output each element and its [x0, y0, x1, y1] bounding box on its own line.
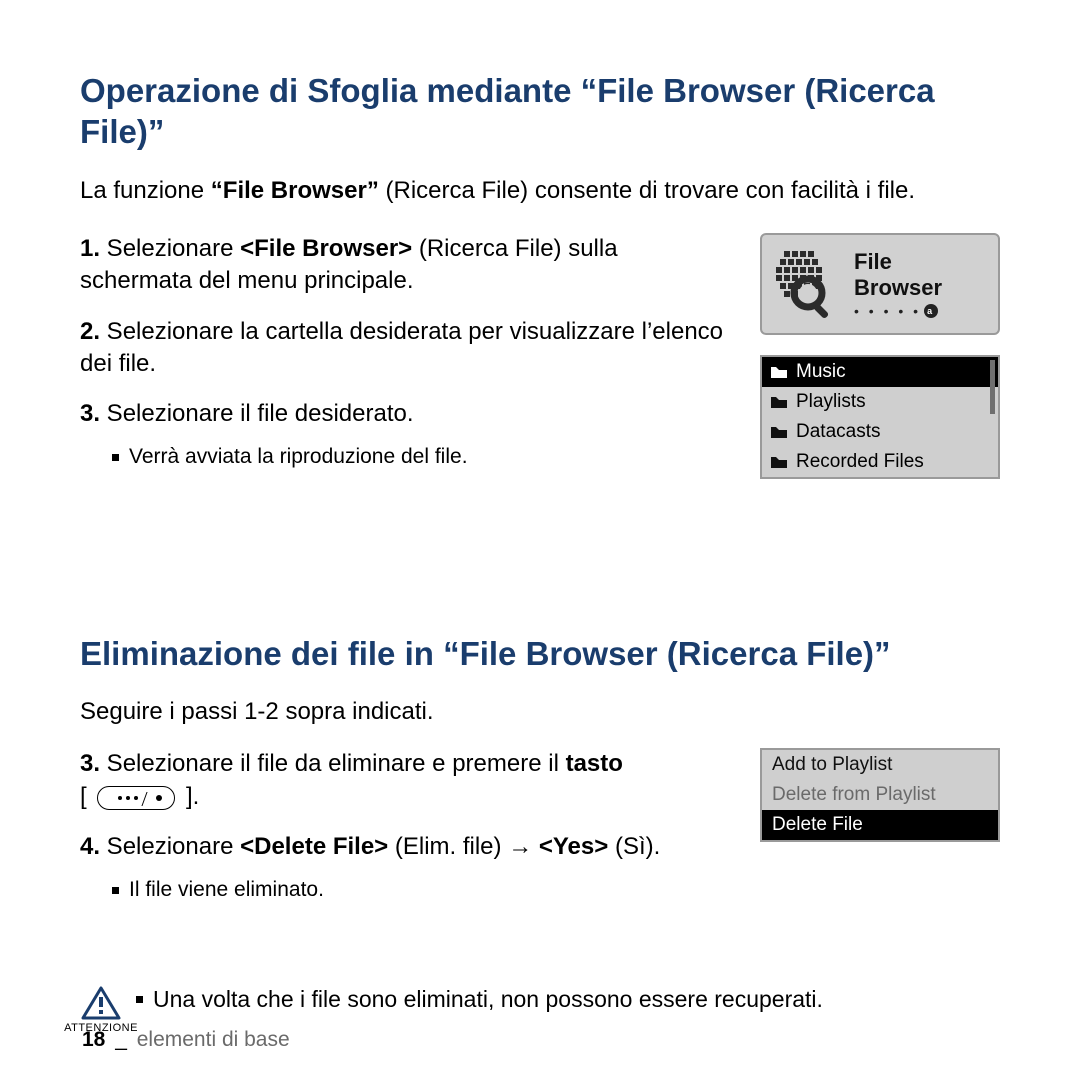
step4-pre: Selezionare [100, 833, 240, 860]
context-menu-item[interactable]: Delete from Playlist [762, 780, 998, 810]
step-2: 2. Selezionare la cartella desiderata pe… [80, 316, 732, 381]
step-3b: 3. Selezionare il file da eliminare e pr… [80, 748, 732, 813]
context-menu-item[interactable]: Add to Playlist [762, 750, 998, 780]
warning-icon [81, 986, 121, 1020]
bullet-icon [112, 887, 119, 894]
nav-badge-icon: a [924, 304, 938, 318]
folder-label: Recorded Files [796, 451, 924, 473]
folder-icon [770, 365, 788, 379]
folder-icon [770, 425, 788, 439]
folder-list: Music Playlists Datacasts Recorded Files [760, 355, 1000, 479]
step3-bullet-text: Verrà avviata la riproduzione del file. [129, 445, 468, 469]
section1-intro: La funzione “File Browser” (Ricerca File… [80, 175, 1000, 207]
step-1: 1. Selezionare <File Browser> (Ricerca F… [80, 233, 732, 298]
step3b-pre: Selezionare il file da eliminare e preme… [100, 750, 566, 777]
step4-num: 4. [80, 833, 100, 860]
file-browser-dots: • • • • • a [854, 303, 986, 319]
intro-bold: “File Browser” [211, 177, 379, 204]
file-browser-title: File Browser [854, 249, 986, 301]
footer-separator: _ [115, 1028, 127, 1051]
step3-text: Selezionare il file desiderato. [100, 400, 414, 427]
step1-pre: Selezionare [100, 235, 240, 262]
warning-row: ATTENZIONE Una volta che i file sono eli… [80, 986, 1000, 1034]
context-menu: Add to PlaylistDelete from PlaylistDelet… [760, 748, 1000, 842]
warning-text: Una volta che i file sono eliminati, non… [153, 986, 823, 1013]
step1-num: 1. [80, 235, 100, 262]
nav-dots: • • • • • [854, 303, 921, 319]
step4-mid: (Elim. file) → [388, 833, 539, 860]
section1-title: Operazione di Sfoglia mediante “File Bro… [80, 70, 1000, 153]
step3b-open: [ [80, 783, 93, 810]
folder-label: Datacasts [796, 421, 880, 443]
file-browser-card: File Browser • • • • • a [760, 233, 1000, 335]
folder-icon [770, 455, 788, 469]
scrollbar [990, 360, 995, 414]
step4-bullet-text: Il file viene eliminato. [129, 878, 324, 902]
menu-key-icon [97, 786, 175, 810]
intro-pre: La funzione [80, 177, 211, 204]
page-footer: 18 _ elementi di base [82, 1028, 290, 1052]
file-browser-icon [774, 249, 844, 319]
step3-bullet: Verrà avviata la riproduzione del file. [112, 445, 732, 469]
section2-intro: Seguire i passi 1‑2 sopra indicati. [80, 696, 1000, 728]
step4-bold1: <Delete File> [240, 833, 388, 860]
step3b-num: 3. [80, 750, 100, 777]
context-menu-item[interactable]: Delete File [762, 810, 998, 840]
folder-item[interactable]: Recorded Files [762, 447, 998, 477]
step4-bullet: Il file viene eliminato. [112, 878, 732, 902]
folder-label: Music [796, 361, 846, 383]
step2-num: 2. [80, 318, 100, 345]
step3b-close: ]. [179, 783, 199, 810]
folder-item[interactable]: Datacasts [762, 417, 998, 447]
step4-bold2: <Yes> [539, 833, 608, 860]
step4-post: (Sì). [608, 833, 660, 860]
step3b-bold: tasto [566, 750, 623, 777]
footer-section: elementi di base [137, 1028, 290, 1051]
step2-text: Selezionare la cartella desiderata per v… [80, 318, 723, 377]
folder-label: Playlists [796, 391, 866, 413]
step3-num: 3. [80, 400, 100, 427]
bullet-icon [136, 996, 143, 1003]
intro-post: (Ricerca File) consente di trovare con f… [379, 177, 915, 204]
folder-item[interactable]: Music [762, 357, 998, 387]
step-4: 4. Selezionare <Delete File> (Elim. file… [80, 831, 732, 863]
folder-item[interactable]: Playlists [762, 387, 998, 417]
section2-title: Eliminazione dei file in “File Browser (… [80, 633, 1000, 674]
folder-icon [770, 395, 788, 409]
page-number: 18 [82, 1028, 105, 1051]
step-3: 3. Selezionare il file desiderato. [80, 398, 732, 430]
bullet-icon [112, 454, 119, 461]
step1-bold: <File Browser> [240, 235, 412, 262]
